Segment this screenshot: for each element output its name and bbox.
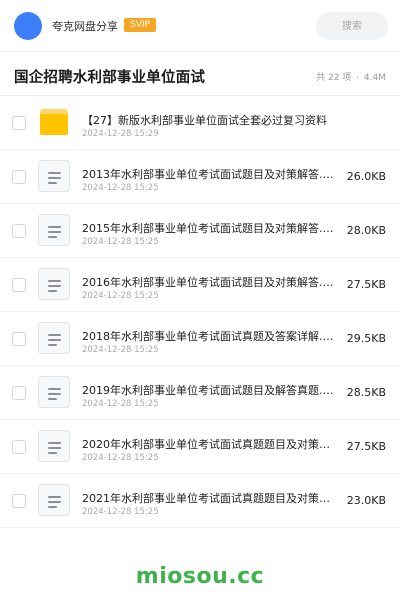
select-checkbox[interactable] (12, 116, 26, 130)
folder-title-bar: 国企招聘水利部事业单位面试 共 22 项 · 4.4M (0, 52, 400, 96)
file-date: 2024-12-28 15:25 (82, 237, 159, 247)
document-icon (38, 322, 70, 354)
select-checkbox[interactable] (12, 278, 26, 292)
file-name: 2016年水利部事业单位考试面试题目及对策解答.d… (82, 276, 340, 289)
select-checkbox[interactable] (12, 332, 26, 346)
select-checkbox[interactable] (12, 170, 26, 184)
svip-badge: SVIP (124, 18, 156, 32)
file-date: 2024-12-28 15:25 (82, 345, 159, 355)
file-name: 2013年水利部事业单位考试面试题目及对策解答.d… (82, 168, 340, 181)
document-icon (38, 376, 70, 408)
file-size: 29.5KB (346, 332, 386, 345)
file-name: 2015年水利部事业单位考试面试题目及对策解答.d… (82, 222, 340, 235)
file-date: 2024-12-28 15:25 (82, 507, 159, 517)
document-icon (38, 484, 70, 516)
file-name: 2020年水利部事业单位考试面试真题题目及对策解答… (82, 438, 340, 451)
list-item[interactable]: 2013年水利部事业单位考试面试题目及对策解答.d… 2024-12-28 15… (0, 150, 400, 204)
item-count: 共 22 项 (316, 73, 352, 83)
file-name: 2019年水利部事业单位考试面试题目及解答真题.d… (82, 384, 340, 397)
select-checkbox[interactable] (12, 386, 26, 400)
top-header: 夸克网盘分享 SVIP (0, 0, 400, 52)
select-checkbox[interactable] (12, 494, 26, 508)
file-date: 2024-12-28 15:25 (82, 291, 159, 301)
list-item[interactable]: 2019年水利部事业单位考试面试题目及解答真题.d… 2024-12-28 15… (0, 366, 400, 420)
select-checkbox[interactable] (12, 440, 26, 454)
avatar[interactable] (14, 12, 42, 40)
file-date: 2024-12-28 15:25 (82, 183, 159, 193)
file-size: 28.0KB (346, 224, 386, 237)
document-icon (38, 268, 70, 300)
list-item[interactable]: 2018年水利部事业单位考试面试真题及答案详解.d… 2024-12-28 15… (0, 312, 400, 366)
page-title: 国企招聘水利部事业单位面试 (14, 70, 206, 86)
meta-separator: · (356, 73, 360, 83)
list-item[interactable]: 2021年水利部事业单位考试面试真题题目及对策解答… 2024-12-28 15… (0, 474, 400, 528)
select-checkbox[interactable] (12, 224, 26, 238)
file-size: 27.5KB (346, 440, 386, 453)
file-name: 2021年水利部事业单位考试面试真题题目及对策解答… (82, 492, 340, 505)
file-date: 2024-12-28 15:25 (82, 399, 159, 409)
file-name: 【27】新版水利部事业单位面试全套必过复习资料 (82, 114, 327, 127)
file-size: 23.0KB (346, 494, 386, 507)
document-icon (38, 214, 70, 246)
file-name: 2018年水利部事业单位考试面试真题及答案详解.d… (82, 330, 340, 343)
file-date: 2024-12-28 15:25 (82, 453, 159, 463)
search-input[interactable] (316, 12, 388, 40)
file-list: 【27】新版水利部事业单位面试全套必过复习资料 2024-12-28 15:29… (0, 96, 400, 528)
document-icon (38, 430, 70, 462)
file-size: 28.5KB (346, 386, 386, 399)
file-size: 27.5KB (346, 278, 386, 291)
file-date: 2024-12-28 15:29 (82, 129, 159, 139)
user-name: 夸克网盘分享 (52, 20, 118, 33)
folder-meta: 共 22 项 · 4.4M (314, 70, 386, 83)
folder-icon (40, 109, 68, 135)
list-item[interactable]: 2015年水利部事业单位考试面试题目及对策解答.d… 2024-12-28 15… (0, 204, 400, 258)
list-item[interactable]: 2020年水利部事业单位考试面试真题题目及对策解答… 2024-12-28 15… (0, 420, 400, 474)
watermark: miosou.cc (135, 564, 265, 589)
list-item[interactable]: 【27】新版水利部事业单位面试全套必过复习资料 2024-12-28 15:29 (0, 96, 400, 150)
document-icon (38, 160, 70, 192)
file-size: 26.0KB (346, 170, 386, 183)
list-item[interactable]: 2016年水利部事业单位考试面试题目及对策解答.d… 2024-12-28 15… (0, 258, 400, 312)
folder-size: 4.4M (363, 73, 386, 83)
